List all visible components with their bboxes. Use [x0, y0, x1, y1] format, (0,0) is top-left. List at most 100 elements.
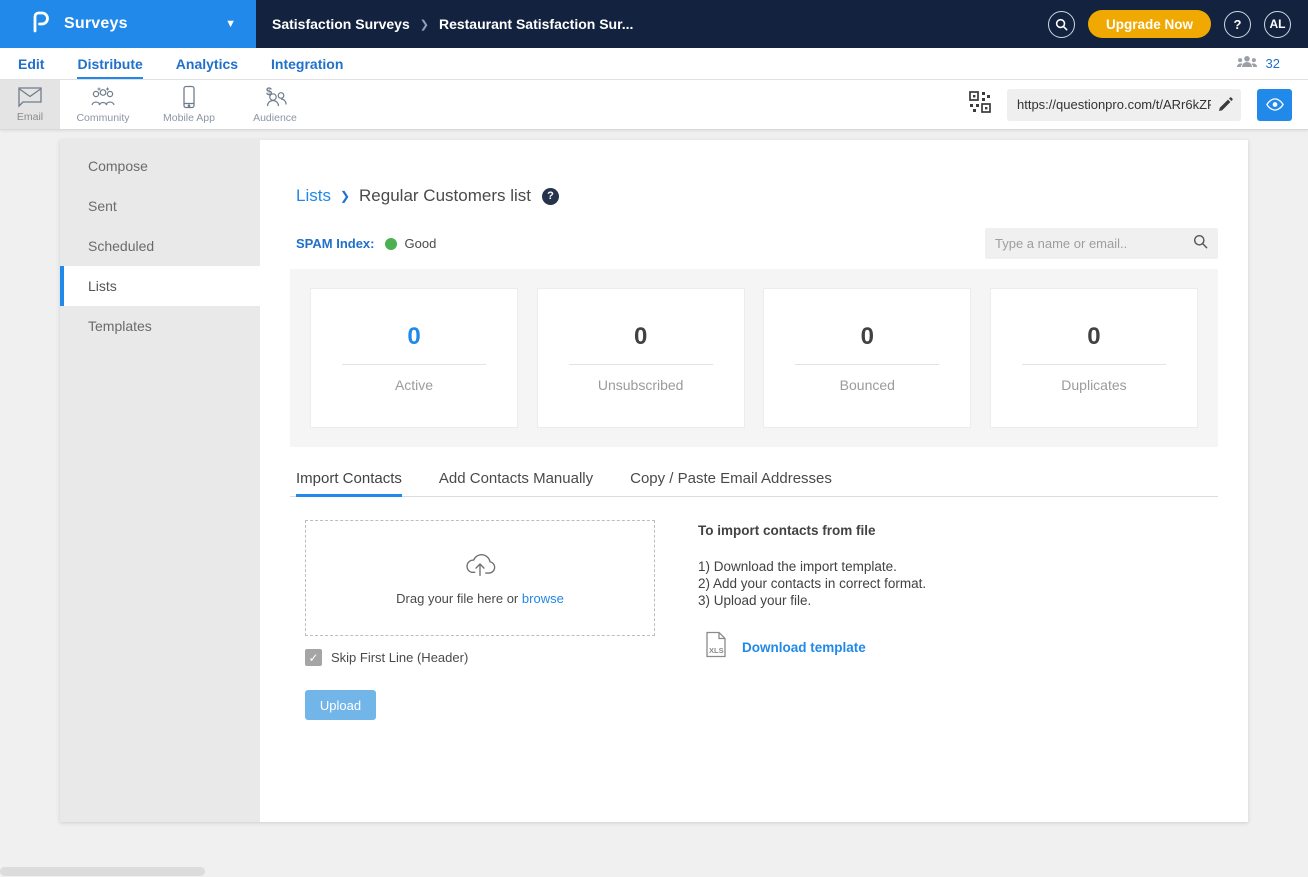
audience-icon: $ [260, 85, 290, 109]
lists-link[interactable]: Lists [296, 186, 331, 206]
tab-copy-paste-emails[interactable]: Copy / Paste Email Addresses [630, 463, 832, 496]
upload-column: Drag your file here or browse ✓ Skip Fir… [305, 520, 655, 720]
stat-card-bounced: 0 Bounced [763, 288, 971, 428]
divider [795, 364, 939, 365]
skip-first-line-checkbox[interactable]: ✓ [305, 649, 322, 666]
email-sidebar: Compose Sent Scheduled Lists Templates [60, 140, 260, 822]
channel-mobile-app[interactable]: Mobile App [146, 80, 232, 129]
spam-index-label: SPAM Index: [296, 236, 375, 251]
svg-text:XLS: XLS [709, 646, 724, 655]
download-template-link[interactable]: Download template [742, 640, 866, 655]
app-title: Surveys [64, 15, 128, 33]
respondents-indicator[interactable]: 32 [1236, 48, 1308, 79]
sidebar-item-compose[interactable]: Compose [60, 146, 260, 186]
channel-label: Mobile App [163, 112, 215, 124]
divider [1022, 364, 1166, 365]
help-button[interactable]: ? [1224, 11, 1251, 38]
stat-value: 0 [1087, 323, 1100, 351]
contact-search-box [985, 228, 1218, 259]
edit-url-icon[interactable] [1217, 97, 1233, 113]
survey-url-input[interactable] [1017, 97, 1211, 112]
breadcrumb: Satisfaction Surveys ❯ Restaurant Satisf… [256, 0, 1048, 48]
stat-value: 0 [861, 323, 874, 351]
stat-label: Bounced [840, 377, 895, 393]
sidebar-item-scheduled[interactable]: Scheduled [60, 226, 260, 266]
main-area: Compose Sent Scheduled Lists Templates L… [60, 140, 1248, 822]
product-switcher[interactable]: Surveys ▼ [0, 0, 256, 48]
sidebar-item-lists[interactable]: Lists [60, 266, 260, 306]
search-icon[interactable] [1193, 234, 1208, 254]
list-breadcrumb: Lists ❯ Regular Customers list ? [296, 186, 1218, 206]
contacts-tabs: Import Contacts Add Contacts Manually Co… [290, 463, 1218, 497]
upgrade-now-button[interactable]: Upgrade Now [1088, 10, 1211, 38]
list-stats: 0 Active 0 Unsubscribed 0 Bounced 0 [290, 269, 1218, 447]
download-template-row: XLS Download template [704, 631, 926, 663]
stat-label: Active [395, 377, 433, 393]
spam-status-text: Good [405, 236, 437, 251]
channel-label: Audience [253, 112, 297, 124]
list-title: Regular Customers list [359, 186, 531, 206]
breadcrumb-survey[interactable]: Restaurant Satisfaction Sur... [439, 16, 634, 32]
horizontal-scrollbar[interactable] [0, 867, 1308, 877]
qr-code-icon[interactable] [969, 91, 991, 118]
tab-analytics[interactable]: Analytics [176, 48, 238, 79]
questionpro-logo-icon [30, 10, 52, 39]
spam-status-dot [385, 238, 397, 250]
tab-edit[interactable]: Edit [18, 48, 44, 79]
tab-add-contacts-manually[interactable]: Add Contacts Manually [439, 463, 593, 496]
email-icon [17, 86, 43, 108]
global-search-button[interactable] [1048, 11, 1075, 38]
stat-card-duplicates: 0 Duplicates [990, 288, 1198, 428]
svg-text:$: $ [266, 86, 272, 98]
avatar[interactable]: AL [1264, 11, 1291, 38]
xls-file-icon: XLS [704, 631, 728, 663]
tab-import-contacts[interactable]: Import Contacts [296, 463, 402, 496]
channel-audience[interactable]: $ Audience [232, 80, 318, 129]
page: Surveys ▼ Satisfaction Surveys ❯ Restaur… [0, 0, 1308, 877]
step-1: 1) Download the import template. [698, 558, 926, 575]
sidebar-item-templates[interactable]: Templates [60, 306, 260, 346]
list-help-icon[interactable]: ? [542, 188, 559, 205]
community-icon [88, 85, 118, 109]
upload-button[interactable]: Upload [305, 690, 376, 720]
scrollbar-thumb[interactable] [0, 867, 205, 876]
channel-label: Email [17, 111, 43, 123]
tab-integration[interactable]: Integration [271, 48, 343, 79]
stat-card-unsubscribed: 0 Unsubscribed [537, 288, 745, 428]
lists-content: Lists ❯ Regular Customers list ? SPAM In… [260, 140, 1248, 822]
chevron-down-icon: ▼ [225, 18, 236, 30]
respondents-icon [1236, 54, 1258, 74]
breadcrumb-folder[interactable]: Satisfaction Surveys [272, 16, 410, 32]
browse-link[interactable]: browse [522, 591, 564, 606]
import-instructions: To import contacts from file 1) Download… [698, 520, 926, 720]
chevron-right-icon: ❯ [420, 18, 429, 31]
import-contacts-panel: Drag your file here or browse ✓ Skip Fir… [290, 520, 1218, 720]
channel-email[interactable]: Email [0, 80, 60, 129]
cloud-upload-icon [461, 551, 499, 583]
contact-search-input[interactable] [995, 236, 1193, 251]
top-header: Surveys ▼ Satisfaction Surveys ❯ Restaur… [0, 0, 1308, 48]
respondents-count: 32 [1266, 56, 1280, 71]
sidebar-item-sent[interactable]: Sent [60, 186, 260, 226]
survey-url-field [1007, 89, 1241, 121]
share-link-tools [969, 80, 1308, 129]
tab-distribute[interactable]: Distribute [77, 48, 142, 79]
dropzone-text: Drag your file here or browse [396, 591, 564, 606]
stat-value: 0 [407, 323, 420, 351]
step-3: 3) Upload your file. [698, 592, 926, 609]
stat-card-active: 0 Active [310, 288, 518, 428]
file-dropzone[interactable]: Drag your file here or browse [305, 520, 655, 636]
preview-button[interactable] [1257, 89, 1292, 121]
skip-first-line-row: ✓ Skip First Line (Header) [305, 649, 655, 666]
chevron-right-icon: ❯ [340, 189, 350, 203]
header-actions: Upgrade Now ? AL [1048, 0, 1308, 48]
divider [569, 364, 713, 365]
spam-index-row: SPAM Index: Good [290, 228, 1218, 259]
step-2: 2) Add your contacts in correct format. [698, 575, 926, 592]
mobile-app-icon [181, 85, 197, 109]
instructions-steps: 1) Download the import template. 2) Add … [698, 558, 926, 609]
channel-community[interactable]: Community [60, 80, 146, 129]
stat-label: Unsubscribed [598, 377, 684, 393]
divider [342, 364, 486, 365]
channel-toolbar: Email Community [0, 80, 1308, 130]
